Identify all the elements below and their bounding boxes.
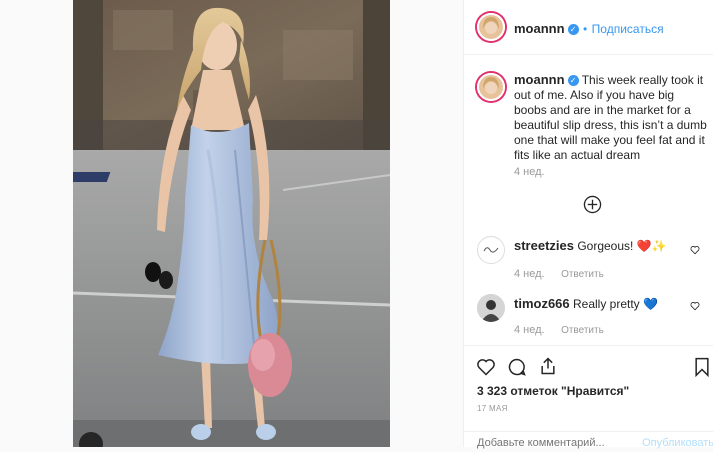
comment-username[interactable]: streetzies <box>514 238 574 253</box>
caption-author-avatar[interactable] <box>477 73 505 101</box>
comment-like-heart-icon[interactable] <box>690 301 700 311</box>
caption-avatar-image <box>479 75 503 99</box>
heart-icon[interactable] <box>476 357 496 377</box>
caption-author-username[interactable]: moannn <box>514 72 565 87</box>
comment-avatar[interactable] <box>477 236 505 264</box>
streetzies-logo <box>483 247 499 253</box>
verified-badge-icon: ✓ <box>567 24 579 35</box>
likes-count[interactable]: 3 323 отметок "Нравится" <box>477 384 629 398</box>
comment-meta: 4 нед. Ответить <box>514 320 604 338</box>
timoz666-avatar-image <box>477 294 505 322</box>
post-photo[interactable] <box>73 0 390 447</box>
comment-age: 4 нед. <box>514 324 545 336</box>
comment-row: streetzies Gorgeous! ❤️✨ <box>514 238 667 253</box>
post-actions: 3 323 отметок "Нравится" 17 МАЯ Опублико… <box>464 345 713 449</box>
comment-emoji: ❤️✨ <box>636 239 667 253</box>
comment-icon[interactable] <box>507 357 527 377</box>
comment-text: Gorgeous! <box>577 239 637 253</box>
author-avatar-image <box>479 15 503 39</box>
caption-age: 4 нед. <box>514 166 545 178</box>
bookmark-icon[interactable] <box>693 357 711 377</box>
post-header: moannn ✓ • Подписаться <box>464 0 713 55</box>
plus-circle-icon[interactable] <box>583 195 602 214</box>
comment-age: 4 нед. <box>514 268 545 280</box>
comment-text: Really pretty <box>572 297 644 311</box>
comment-avatar[interactable] <box>477 294 505 322</box>
post-caption: moannn ✓ This week really took it out of … <box>514 72 709 163</box>
header-title-row: moannn ✓ • Подписаться <box>514 20 664 38</box>
caption-verified-icon: ✓ <box>567 75 579 86</box>
add-comment-bar: Опубликовать <box>464 431 713 452</box>
follow-separator: • <box>583 22 588 36</box>
author-username[interactable]: moannn <box>514 21 565 36</box>
comment-like-heart-icon[interactable] <box>690 245 700 255</box>
comment-emoji: 💙 <box>643 297 658 311</box>
post-date[interactable]: 17 МАЯ <box>477 404 508 413</box>
comment-username[interactable]: timoz666 <box>514 296 570 311</box>
reply-button[interactable]: Ответить <box>561 269 604 280</box>
share-icon[interactable] <box>538 356 558 376</box>
post-sidebar: moannn ✓ • Подписаться moannn ✓ This week … <box>463 0 713 449</box>
comment-row: timoz666 Really pretty 💙 <box>514 296 658 311</box>
reply-button[interactable]: Ответить <box>561 325 604 336</box>
author-avatar[interactable] <box>477 13 505 41</box>
comment-input[interactable] <box>477 437 627 449</box>
follow-button[interactable]: Подписаться <box>592 22 664 36</box>
publish-button[interactable]: Опубликовать <box>642 437 713 449</box>
comment-meta: 4 нед. Ответить <box>514 264 604 282</box>
post-image <box>73 0 390 447</box>
